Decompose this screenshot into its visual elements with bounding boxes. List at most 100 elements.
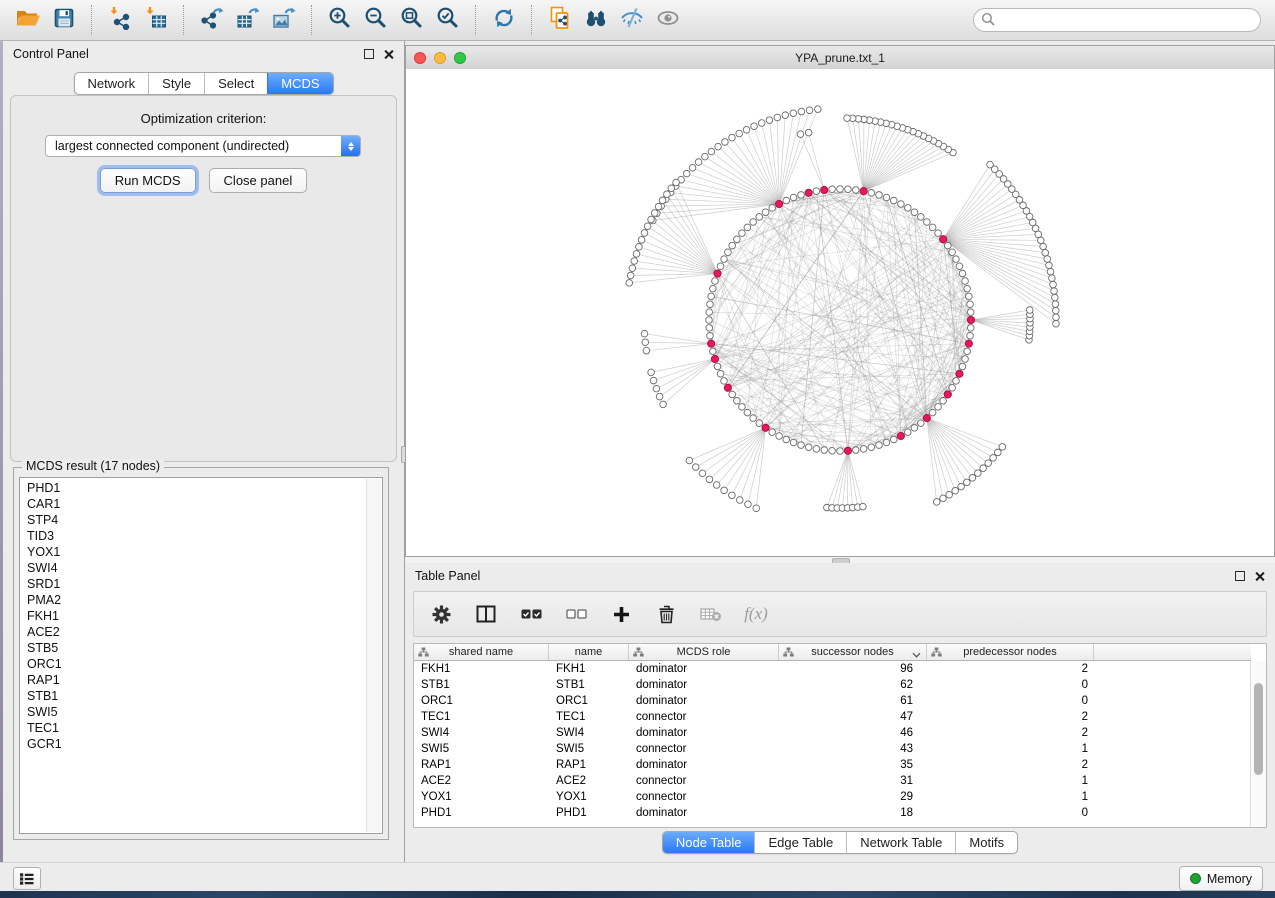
graph-hub-node[interactable] <box>724 384 731 391</box>
graph-satellite-node[interactable] <box>758 120 765 127</box>
graph-satellite-node[interactable] <box>721 487 728 494</box>
mcds-result-item[interactable]: RAP1 <box>21 672 366 688</box>
graph-node[interactable] <box>890 197 897 204</box>
graph-satellite-node[interactable] <box>631 258 638 265</box>
graph-node[interactable] <box>917 420 924 427</box>
graph-hub-node[interactable] <box>860 188 867 195</box>
graph-node[interactable] <box>712 278 719 285</box>
graph-satellite-node[interactable] <box>1052 294 1059 301</box>
mcds-result-item[interactable]: YOX1 <box>21 544 366 560</box>
graph-node[interactable] <box>798 192 805 199</box>
graph-satellite-node[interactable] <box>1053 314 1060 321</box>
graph-satellite-node[interactable] <box>774 114 781 121</box>
graph-node[interactable] <box>964 348 971 355</box>
tab-edge-table[interactable]: Edge Table <box>754 832 846 853</box>
mcds-result-item[interactable]: STB1 <box>21 688 366 704</box>
refresh-button[interactable] <box>486 3 522 37</box>
graph-node[interactable] <box>967 301 974 308</box>
graph-satellite-node[interactable] <box>958 483 965 490</box>
graph-node[interactable] <box>956 263 963 270</box>
graph-satellite-node[interactable] <box>1026 307 1033 314</box>
graph-node[interactable] <box>911 209 918 216</box>
graph-satellite-node[interactable] <box>664 191 671 198</box>
graph-node[interactable] <box>964 285 971 292</box>
table-settings-button[interactable] <box>430 603 452 625</box>
graph-node[interactable] <box>860 446 867 453</box>
graph-node[interactable] <box>935 404 942 411</box>
window-minimize-icon[interactable] <box>434 52 446 64</box>
graph-node[interactable] <box>829 447 836 454</box>
graph-node[interactable] <box>707 332 714 339</box>
graph-satellite-node[interactable] <box>706 476 713 483</box>
mcds-result-item[interactable]: FKH1 <box>21 608 366 624</box>
window-close-icon[interactable] <box>414 52 426 64</box>
graph-node[interactable] <box>762 209 769 216</box>
graph-satellite-node[interactable] <box>713 482 720 489</box>
zoom-fit-button[interactable] <box>394 3 430 37</box>
graph-satellite-node[interactable] <box>644 223 651 230</box>
tab-style[interactable]: Style <box>148 73 204 94</box>
graph-node[interactable] <box>924 219 931 226</box>
graph-node[interactable] <box>805 444 812 451</box>
close-panel-icon[interactable] <box>1254 571 1265 582</box>
graph-satellite-node[interactable] <box>1042 249 1049 256</box>
graph-satellite-node[interactable] <box>1050 281 1057 288</box>
graph-hub-node[interactable] <box>714 270 721 277</box>
graph-node[interactable] <box>929 409 936 416</box>
mcds-result-item[interactable]: PHD1 <box>21 480 366 496</box>
graph-node[interactable] <box>911 425 918 432</box>
run-mcds-button[interactable]: Run MCDS <box>100 168 196 193</box>
graph-node[interactable] <box>904 205 911 212</box>
graph-satellite-node[interactable] <box>1047 268 1054 275</box>
graph-satellite-node[interactable] <box>633 251 640 258</box>
graph-satellite-node[interactable] <box>636 244 643 251</box>
graph-node[interactable] <box>739 404 746 411</box>
mcds-result-item[interactable]: ACE2 <box>21 624 366 640</box>
mcds-result-item[interactable]: STP4 <box>21 512 366 528</box>
table-row[interactable]: ORC1ORC1dominator610 <box>414 693 1251 709</box>
memory-button[interactable]: Memory <box>1179 866 1263 891</box>
graph-node[interactable] <box>829 186 836 193</box>
graph-satellite-node[interactable] <box>722 139 729 146</box>
graph-node[interactable] <box>744 409 751 416</box>
graph-hub-node[interactable] <box>762 424 769 431</box>
graph-node[interactable] <box>706 325 713 332</box>
graph-satellite-node[interactable] <box>797 131 804 138</box>
table-row[interactable]: RAP1RAP1dominator352 <box>414 757 1251 773</box>
graph-satellite-node[interactable] <box>692 464 699 471</box>
graph-satellite-node[interactable] <box>952 487 959 494</box>
graph-satellite-node[interactable] <box>736 130 743 137</box>
graph-node[interactable] <box>837 448 844 455</box>
table-row[interactable]: PHD1PHD1dominator180 <box>414 805 1251 821</box>
graph-hub-node[interactable] <box>708 340 715 347</box>
graph-satellite-node[interactable] <box>1053 320 1060 327</box>
graph-satellite-node[interactable] <box>1052 307 1059 314</box>
graph-node[interactable] <box>917 214 924 221</box>
column-header-shared-name[interactable]: shared name <box>414 644 549 660</box>
graph-node[interactable] <box>959 363 966 370</box>
table-row[interactable]: YOX1YOX1connector291 <box>414 789 1251 805</box>
graph-node[interactable] <box>707 301 714 308</box>
search-input[interactable] <box>973 8 1261 32</box>
graph-satellite-node[interactable] <box>642 339 649 346</box>
graph-satellite-node[interactable] <box>806 107 813 114</box>
graph-satellite-node[interactable] <box>656 393 663 400</box>
graph-node[interactable] <box>898 201 905 208</box>
graph-hub-node[interactable] <box>897 432 904 439</box>
graph-satellite-node[interactable] <box>940 495 947 502</box>
column-header-predecessor-nodes[interactable]: predecessor nodes <box>927 644 1094 660</box>
graph-node[interactable] <box>790 439 797 446</box>
graph-satellite-node[interactable] <box>699 470 706 477</box>
graph-node[interactable] <box>729 391 736 398</box>
column-header-name[interactable]: name <box>549 644 629 660</box>
mcds-result-item[interactable]: SRD1 <box>21 576 366 592</box>
graph-node[interactable] <box>721 256 728 263</box>
graph-satellite-node[interactable] <box>946 491 953 498</box>
graph-node[interactable] <box>750 415 757 422</box>
create-column-button[interactable] <box>610 603 632 625</box>
mcds-result-item[interactable]: ORC1 <box>21 656 366 672</box>
status-menu-button[interactable] <box>13 867 41 890</box>
graph-satellite-node[interactable] <box>641 330 648 337</box>
graph-node[interactable] <box>967 332 974 339</box>
mcds-result-item[interactable]: PMA2 <box>21 592 366 608</box>
